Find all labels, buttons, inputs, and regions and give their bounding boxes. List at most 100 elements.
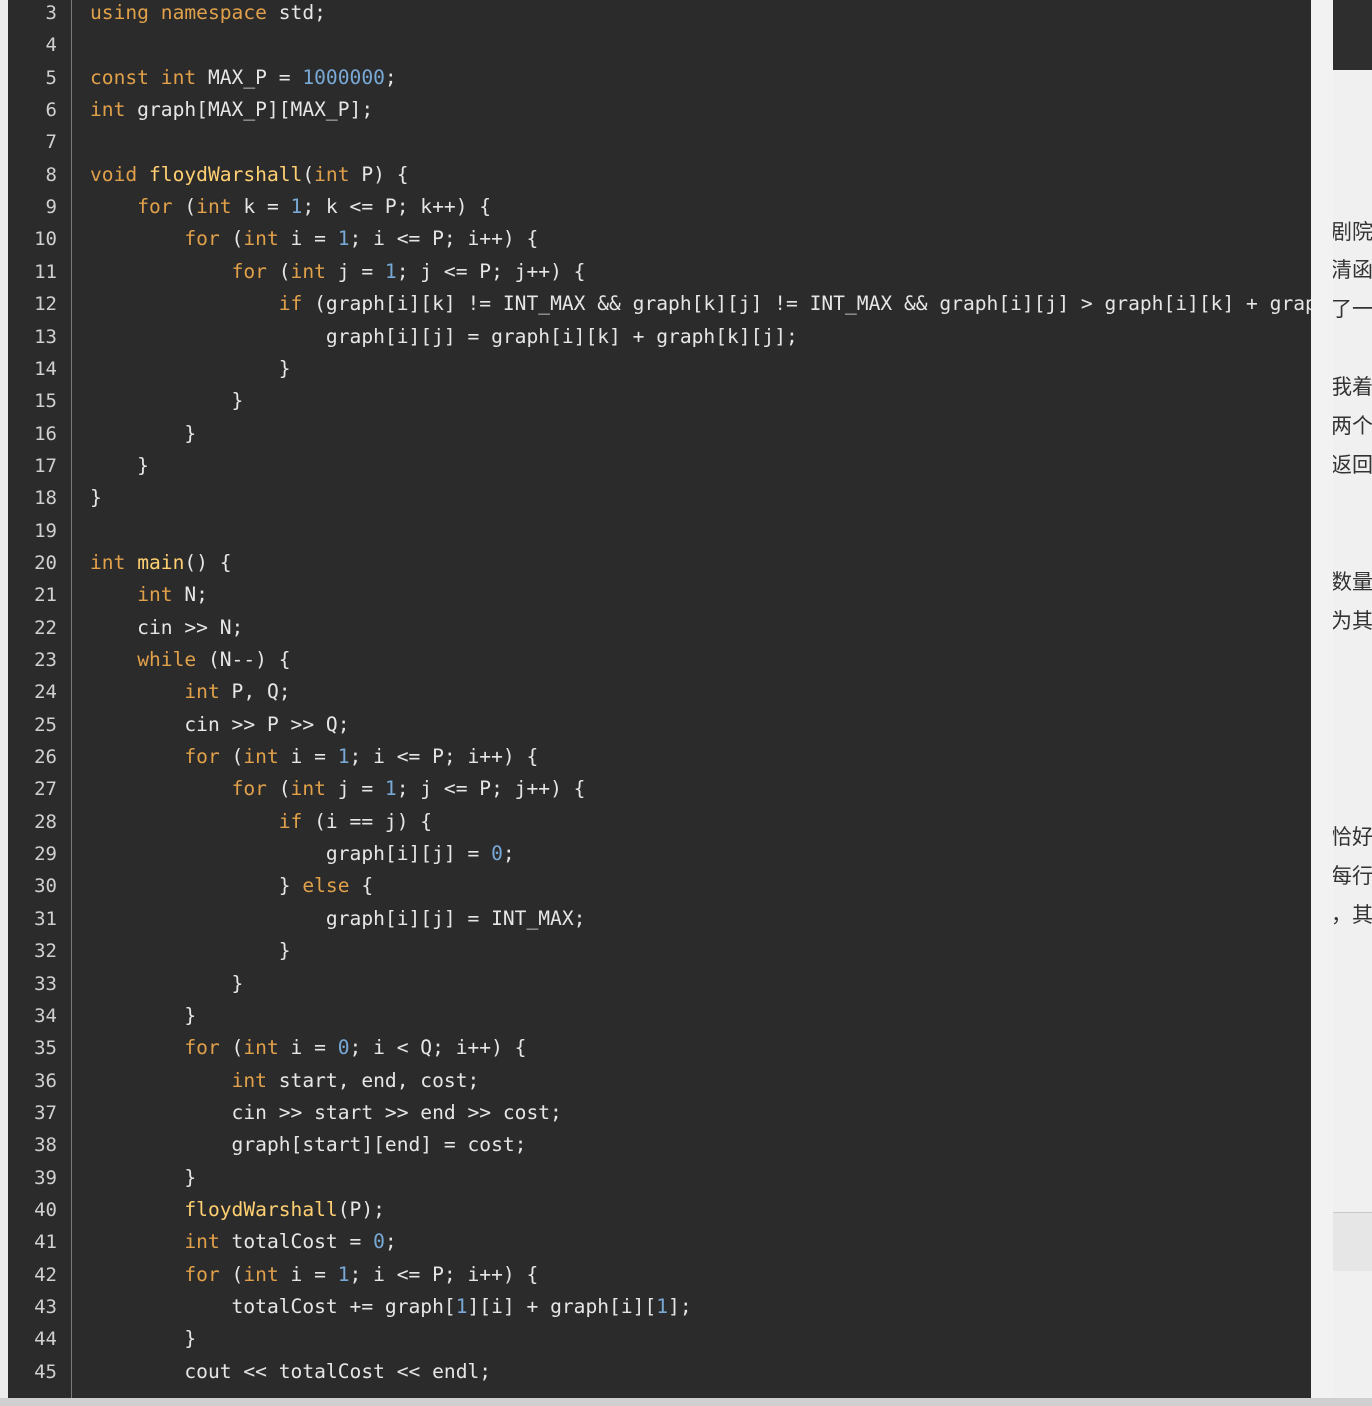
code-line[interactable]: using namespace std;: [90, 1, 326, 25]
code-line[interactable]: graph[start][end] = cost;: [90, 1133, 527, 1157]
line-number: 32: [34, 940, 57, 962]
code-line[interactable]: graph[i][j] = 0;: [90, 842, 515, 866]
keyword-token: if: [278, 292, 303, 315]
code-line[interactable]: totalCost += graph[1][i] + graph[i][1];: [90, 1295, 692, 1319]
line-number: 21: [34, 584, 57, 606]
code-line[interactable]: for (int i = 0; i < Q; i++) {: [90, 1036, 526, 1060]
code-line[interactable]: } else {: [90, 874, 373, 898]
code-line[interactable]: }: [90, 1327, 196, 1351]
code-line[interactable]: for (int k = 1; k <= P; k++) {: [90, 195, 491, 219]
line-number: 23: [34, 649, 57, 671]
code-token: graph[start][end] = cost;: [90, 1133, 527, 1156]
keyword-token: int: [90, 98, 126, 121]
code-line[interactable]: }: [90, 972, 244, 996]
code-token: cout << totalCost << endl;: [90, 1360, 492, 1383]
code-line[interactable]: int main() {: [90, 551, 232, 575]
code-line[interactable]: while (N--) {: [90, 648, 290, 672]
code-line[interactable]: cout << totalCost << endl;: [90, 1360, 491, 1384]
code-line[interactable]: const int MAX_P = 1000000;: [90, 66, 397, 90]
code-line[interactable]: int graph[MAX_P][MAX_P];: [90, 98, 373, 122]
keyword-token: using: [90, 1, 149, 24]
description-text-fragment: 数量: [1333, 570, 1372, 594]
line-number: 16: [34, 423, 57, 445]
code-line[interactable]: int start, end, cost;: [90, 1069, 480, 1093]
code-token: ; i <= P; i++) {: [349, 1263, 539, 1286]
code-line[interactable]: }: [90, 422, 196, 446]
code-line[interactable]: void floydWarshall(int P) {: [90, 163, 409, 187]
keyword-token: int: [243, 227, 279, 250]
code-line[interactable]: cin >> start >> end >> cost;: [90, 1101, 562, 1125]
code-line[interactable]: }: [90, 357, 291, 381]
keyword-token: else: [302, 874, 350, 897]
code-line[interactable]: }: [90, 454, 149, 478]
line-number: 13: [34, 326, 57, 348]
code-line[interactable]: int P, Q;: [90, 680, 290, 704]
code-line[interactable]: floydWarshall(P);: [90, 1198, 385, 1222]
code-line[interactable]: }: [90, 1004, 196, 1028]
description-text-fragment: 了一: [1333, 297, 1372, 321]
code-token: (: [219, 1263, 244, 1286]
line-number: 33: [34, 973, 57, 995]
code-token: (: [219, 745, 244, 768]
code-line[interactable]: graph[i][j] = INT_MAX;: [90, 907, 586, 931]
code-line[interactable]: if (graph[i][k] != INT_MAX && graph[k][j…: [90, 292, 1311, 316]
code-line[interactable]: }: [90, 939, 291, 963]
keyword-token: int: [137, 583, 173, 606]
line-number: 10: [34, 228, 57, 250]
code-line[interactable]: int totalCost = 0;: [90, 1230, 396, 1254]
description-text-fragment: 返回: [1333, 453, 1372, 477]
code-line[interactable]: for (int j = 1; j <= P; j++) {: [90, 777, 586, 801]
line-number: 28: [34, 811, 57, 833]
panel-divider: [1311, 0, 1333, 1398]
line-number: 19: [34, 520, 57, 542]
code-token: (: [219, 227, 244, 250]
keyword-token: for: [184, 1036, 220, 1059]
code-line[interactable]: for (int i = 1; i <= P; i++) {: [90, 745, 538, 769]
code-token: i =: [278, 227, 338, 250]
code-line[interactable]: graph[i][j] = graph[i][k] + graph[k][j];: [90, 325, 798, 349]
code-line[interactable]: for (int i = 1; i <= P; i++) {: [90, 227, 538, 251]
keyword-token: int: [243, 745, 279, 768]
code-line[interactable]: cin >> P >> Q;: [90, 713, 349, 737]
panel-header: [1333, 0, 1372, 70]
line-number-gutter: 3 4 5 6 7 8 9 10 11 12 13 14 15 16 17 18 19 20 21 22 23 24 25 2…: [8, 0, 72, 1398]
horizontal-scrollbar[interactable]: [0, 1398, 1372, 1406]
code-line[interactable]: cin >> N;: [90, 616, 243, 640]
code-line[interactable]: for (int j = 1; j <= P; j++) {: [90, 260, 586, 284]
code-line[interactable]: for (int i = 1; i <= P; i++) {: [90, 1263, 538, 1287]
line-number: 15: [34, 390, 57, 412]
code-area[interactable]: using namespace std; const int MAX_P = 10…: [90, 0, 1311, 1398]
line-number: 9: [45, 196, 57, 218]
code-token: }: [90, 874, 303, 897]
code-line[interactable]: if (i == j) {: [90, 810, 432, 834]
keyword-token: int: [184, 680, 220, 703]
code-line[interactable]: }: [90, 486, 102, 510]
line-number: 31: [34, 908, 57, 930]
line-number: 29: [34, 843, 57, 865]
description-text-fragment: 剧院: [1333, 220, 1372, 244]
number-token: 1: [455, 1295, 468, 1318]
code-editor[interactable]: 3 4 5 6 7 8 9 10 11 12 13 14 15 16 17 18 19 20 21 22 23 24 25 2…: [8, 0, 1311, 1398]
line-number: 18: [34, 487, 57, 509]
code-token: i =: [278, 745, 338, 768]
code-token: }: [90, 1004, 197, 1027]
code-line[interactable]: }: [90, 389, 244, 413]
code-token: i =: [278, 1263, 338, 1286]
number-token: 1000000: [302, 66, 385, 89]
code-token: ; k <= P; k++) {: [302, 195, 492, 218]
code-token: ; j <= P; j++) {: [396, 260, 586, 283]
code-token: ][i] + graph[i][: [467, 1295, 657, 1318]
code-token: }: [90, 1166, 197, 1189]
description-text-fragment: 清函: [1333, 258, 1372, 282]
code-token: cin >> N;: [90, 616, 244, 639]
function-token: floydWarshall: [184, 1198, 338, 1221]
code-line[interactable]: }: [90, 1166, 196, 1190]
code-line[interactable]: int N;: [90, 583, 208, 607]
keyword-token: if: [278, 810, 303, 833]
